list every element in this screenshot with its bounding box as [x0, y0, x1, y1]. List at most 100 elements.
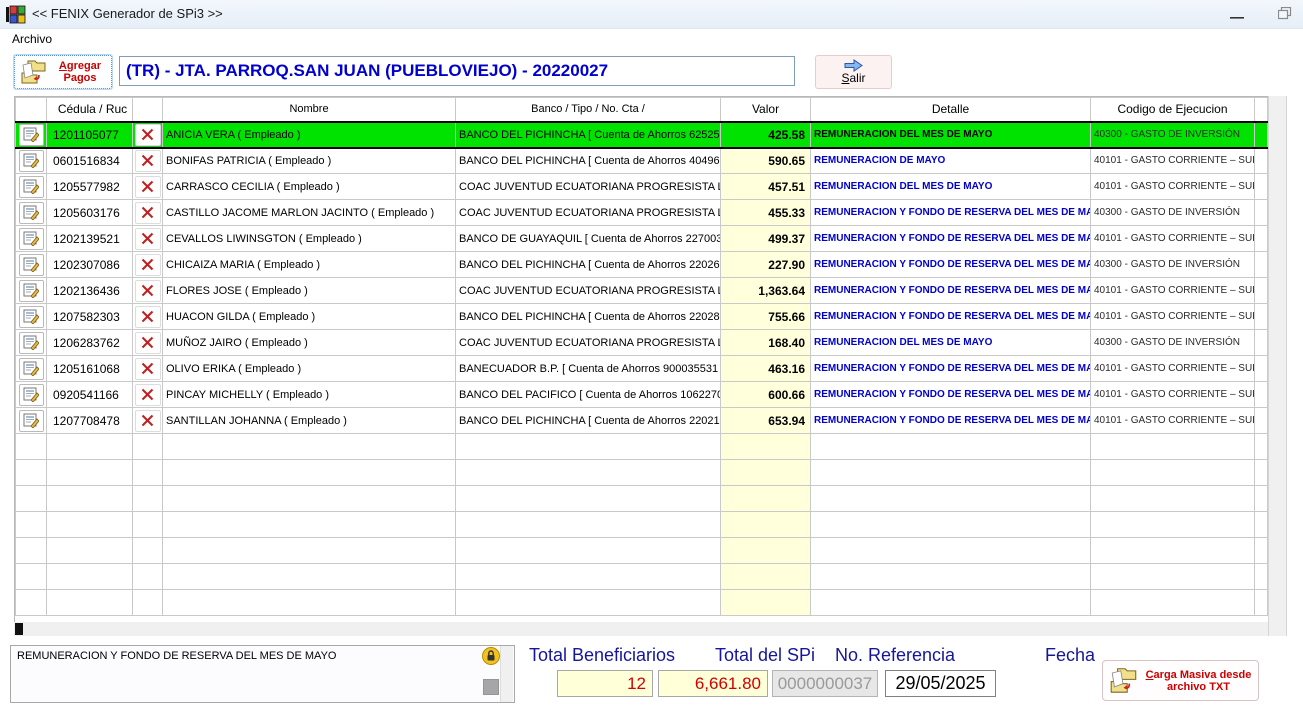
- delete-row-button[interactable]: [135, 280, 161, 302]
- empty-table-row: [16, 434, 1268, 460]
- menu-archivo[interactable]: Archivo: [8, 31, 56, 47]
- delete-row-button[interactable]: [135, 176, 161, 198]
- detalle-cell: REMUNERACION Y FONDO DE RESERVA DEL MES …: [811, 408, 1091, 434]
- header-detalle[interactable]: Detalle: [811, 98, 1091, 122]
- table-row[interactable]: 1206283762 MUÑOZ JAIRO ( Empleado ) COAC…: [16, 330, 1268, 356]
- detalle-cell: REMUNERACION DE MAYO: [811, 148, 1091, 174]
- restore-button[interactable]: [1270, 4, 1300, 25]
- table-row[interactable]: 1205577982 CARRASCO CECILIA ( Empleado )…: [16, 174, 1268, 200]
- table-row[interactable]: 1202139521 CEVALLOS LIWINSGTON ( Emplead…: [16, 226, 1268, 252]
- horizontal-scrollbar[interactable]: [14, 622, 1268, 636]
- extra-cell: [1255, 122, 1268, 148]
- valor-cell: [721, 460, 811, 486]
- table-row[interactable]: 1205603176 CASTILLO JACOME MARLON JACINT…: [16, 200, 1268, 226]
- table-row[interactable]: 1205161068 OLIVO ERIKA ( Empleado ) BANE…: [16, 356, 1268, 382]
- form-pencil-icon: [23, 257, 39, 272]
- edit-row-button[interactable]: [19, 150, 44, 172]
- nombre-cell: [163, 538, 456, 564]
- edit-row-button[interactable]: [19, 358, 44, 380]
- detalle-cell: REMUNERACION Y FONDO DE RESERVA DEL MES …: [811, 382, 1091, 408]
- codigo-cell: 40101 - GASTO CORRIENTE – SUELDOS: [1091, 356, 1255, 382]
- edit-row-button[interactable]: [19, 410, 44, 432]
- table-row[interactable]: 0920541166 PINCAY MICHELLY ( Empleado ) …: [16, 382, 1268, 408]
- valor-cell: 425.58: [721, 122, 811, 148]
- detalle-cell: REMUNERACION Y FONDO DE RESERVA DEL MES …: [811, 356, 1091, 382]
- delete-row-button[interactable]: [135, 384, 161, 406]
- salir-button[interactable]: Salir: [815, 55, 892, 89]
- edit-row-button[interactable]: [19, 176, 44, 198]
- fecha-field[interactable]: 29/05/2025: [885, 670, 996, 697]
- banco-cell: BANCO DEL PICHINCHA [ Cuenta de Ahorros …: [456, 252, 721, 278]
- gray-square-button[interactable]: [483, 679, 499, 695]
- cedula-cell: 1207582303: [47, 304, 133, 330]
- banco-cell: BANCO DEL PACIFICO [ Cuenta de Ahorros 1…: [456, 382, 721, 408]
- cedula-cell: [47, 564, 133, 590]
- detalle-textbox[interactable]: REMUNERACION Y FONDO DE RESERVA DEL MES …: [10, 645, 515, 703]
- edit-row-button[interactable]: [19, 280, 44, 302]
- red-x-icon: [141, 206, 154, 219]
- extra-cell: [1255, 460, 1268, 486]
- banco-cell: [456, 564, 721, 590]
- edit-row-button[interactable]: [19, 124, 44, 146]
- extra-cell: [1255, 356, 1268, 382]
- delete-row-button[interactable]: [135, 332, 161, 354]
- header-codigo[interactable]: Codigo de Ejecucion: [1091, 98, 1255, 122]
- table-row[interactable]: 1207582303 HUACON GILDA ( Empleado ) BAN…: [16, 304, 1268, 330]
- extra-cell: [1255, 538, 1268, 564]
- detalle-cell: REMUNERACION Y FONDO DE RESERVA DEL MES …: [811, 252, 1091, 278]
- delete-row-button[interactable]: [135, 410, 161, 432]
- lock-icon: [482, 647, 500, 665]
- edit-row-button[interactable]: [19, 202, 44, 224]
- valor-cell: 463.16: [721, 356, 811, 382]
- table-row[interactable]: 0601516834 BONIFAS PATRICIA ( Empleado )…: [16, 148, 1268, 174]
- edit-row-button[interactable]: [19, 332, 44, 354]
- nombre-cell: ANICIA VERA ( Empleado ): [163, 122, 456, 148]
- header-banco[interactable]: Banco / Tipo / No. Cta /: [456, 98, 721, 122]
- cedula-cell: 1202139521: [47, 226, 133, 252]
- edit-row-button[interactable]: [19, 306, 44, 328]
- delete-row-button[interactable]: [135, 124, 161, 146]
- cedula-cell: [47, 590, 133, 616]
- entity-title-field[interactable]: (TR) - JTA. PARROQ.SAN JUAN (PUEBLOVIEJO…: [119, 56, 795, 86]
- agregar-pagos-button[interactable]: Agregar Pagos: [14, 55, 112, 89]
- edit-row-button[interactable]: [19, 228, 44, 250]
- folders-transfer-icon: [1108, 666, 1140, 696]
- header-valor[interactable]: Valor: [721, 98, 811, 122]
- delete-row-button[interactable]: [135, 150, 161, 172]
- nombre-cell: [163, 460, 456, 486]
- extra-cell: [1255, 486, 1268, 512]
- delete-row-button[interactable]: [135, 306, 161, 328]
- table-row[interactable]: 1202136436 FLORES JOSE ( Empleado ) COAC…: [16, 278, 1268, 304]
- valor-cell: 499.37: [721, 226, 811, 252]
- minimize-button[interactable]: [1222, 4, 1252, 25]
- valor-cell: [721, 590, 811, 616]
- codigo-cell: 40101 - GASTO CORRIENTE – SUELDOS: [1091, 148, 1255, 174]
- codigo-cell: [1091, 538, 1255, 564]
- nombre-cell: [163, 434, 456, 460]
- nombre-cell: CASTILLO JACOME MARLON JACINTO ( Emplead…: [163, 200, 456, 226]
- no-referencia-field: 0000000037: [772, 670, 878, 697]
- nombre-cell: CARRASCO CECILIA ( Empleado ): [163, 174, 456, 200]
- minimize-icon: [1230, 16, 1244, 19]
- header-nombre[interactable]: Nombre: [163, 98, 456, 122]
- valor-cell: 457.51: [721, 174, 811, 200]
- horizontal-scrollbar-thumb[interactable]: [15, 623, 23, 635]
- codigo-cell: 40101 - GASTO CORRIENTE – SUELDOS: [1091, 408, 1255, 434]
- detalle-scrollbar[interactable]: [500, 646, 513, 702]
- table-row[interactable]: 1202307086 CHICAIZA MARIA ( Empleado ) B…: [16, 252, 1268, 278]
- delete-row-button[interactable]: [135, 358, 161, 380]
- table-row[interactable]: 1207708478 SANTILLAN JOHANNA ( Empleado …: [16, 408, 1268, 434]
- banco-cell: [456, 512, 721, 538]
- table-header-row: Cédula / Ruc Nombre Banco / Tipo / No. C…: [16, 98, 1268, 122]
- carga-masiva-button[interactable]: Carga Masiva desde archivo TXT: [1102, 660, 1259, 701]
- codigo-cell: [1091, 486, 1255, 512]
- codigo-cell: 40101 - GASTO CORRIENTE – SUELDOS: [1091, 382, 1255, 408]
- delete-row-button[interactable]: [135, 202, 161, 224]
- table-row[interactable]: 1201105077 ANICIA VERA ( Empleado ) BANC…: [16, 122, 1268, 148]
- edit-row-button[interactable]: [19, 254, 44, 276]
- vertical-scrollbar[interactable]: [1268, 96, 1287, 636]
- delete-row-button[interactable]: [135, 228, 161, 250]
- edit-row-button[interactable]: [19, 384, 44, 406]
- delete-row-button[interactable]: [135, 254, 161, 276]
- header-cedula[interactable]: Cédula / Ruc: [47, 98, 133, 122]
